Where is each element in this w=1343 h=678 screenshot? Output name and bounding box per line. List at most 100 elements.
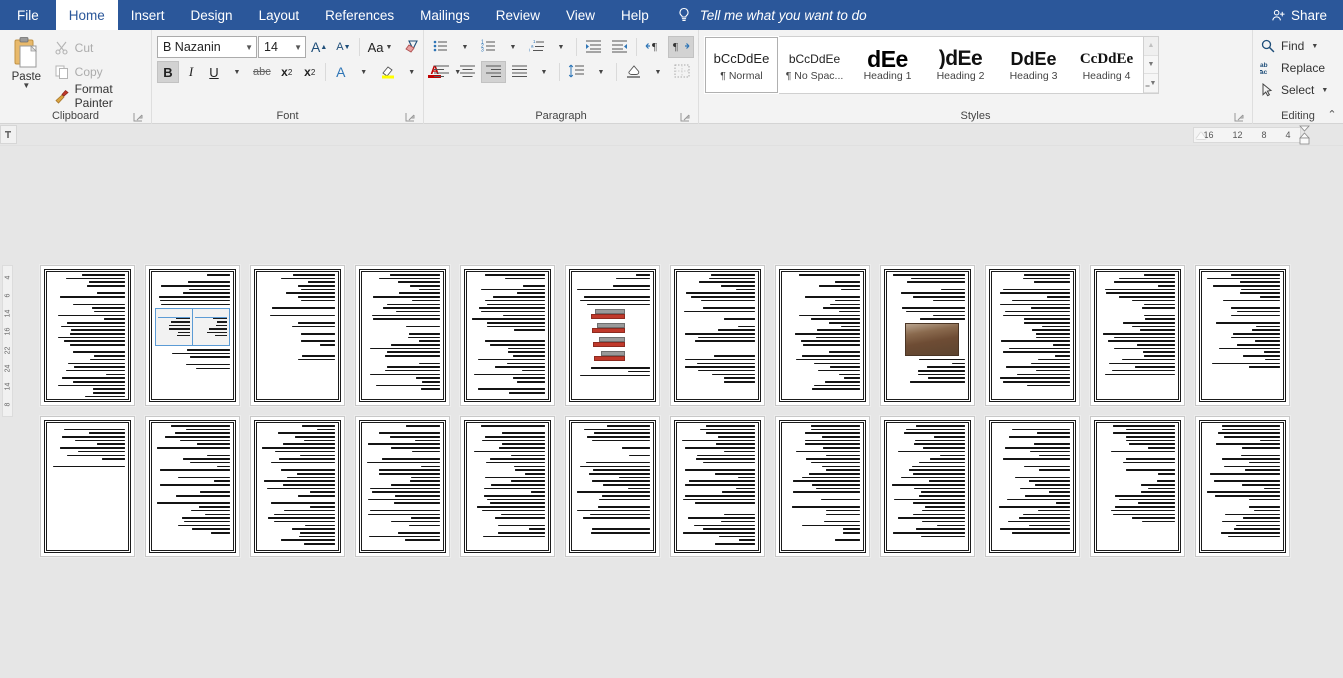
multilevel-list-dropdown[interactable]: ▼ [550,36,572,58]
page-thumbnail[interactable] [145,265,240,406]
paste-button[interactable]: Paste ▼ [5,34,48,90]
text-effects-dropdown[interactable]: ▼ [353,61,375,83]
collapse-ribbon-button[interactable]: ⌃ [1325,108,1339,121]
ribbon-tab-home[interactable]: Home [55,0,118,30]
bold-button[interactable]: B [157,61,179,83]
page-thumbnail[interactable] [565,416,660,557]
styles-more-button[interactable]: ‗▼ [1144,74,1158,94]
share-button[interactable]: Share [1263,0,1335,30]
subscript-button[interactable]: x2 [276,61,298,83]
clear-formatting-button[interactable] [399,36,424,58]
shrink-font-button[interactable]: A ▼ [332,36,354,58]
grow-font-button[interactable]: A ▲ [307,36,331,58]
page-thumbnail[interactable] [775,416,870,557]
page-thumbnail[interactable] [355,265,450,406]
copy-button[interactable]: Copy [50,61,146,83]
page-thumbnail[interactable] [880,416,975,557]
page-thumbnail[interactable] [670,416,765,557]
tab-stop-selector[interactable] [0,125,17,144]
line-spacing-dropdown[interactable]: ▼ [590,61,612,83]
page-thumbnail[interactable] [250,265,345,406]
document-workspace[interactable]: 4 6 14 16 22 24 14 8 [0,147,1343,678]
page-thumbnail[interactable] [1090,265,1185,406]
bullets-dropdown[interactable]: ▼ [454,36,476,58]
ribbon-tab-help[interactable]: Help [608,0,662,30]
page-thumbnail[interactable] [1195,416,1290,557]
line-spacing-button[interactable] [564,61,589,83]
style-heading-1[interactable]: dEe Heading 1 [851,37,924,93]
styles-scrollbar[interactable]: ▲ ▼ ‗▼ [1143,37,1158,94]
page-thumbnail[interactable] [1195,265,1290,406]
shading-button[interactable] [621,61,646,83]
styles-scroll-up-button[interactable]: ▲ [1144,37,1158,56]
page-thumbnail[interactable] [145,416,240,557]
page-thumbnail[interactable] [460,265,555,406]
rtl-button[interactable]: ¶ [668,36,694,58]
ribbon-tab-file[interactable]: File [0,0,56,30]
clipboard-dialog-launcher[interactable] [133,112,144,123]
paragraph-dialog-launcher[interactable] [680,112,691,123]
format-painter-button[interactable]: Format Painter [50,82,146,110]
vertical-ruler[interactable]: 4 6 14 16 22 24 14 8 [2,265,13,417]
font-name-combobox[interactable]: B Nazanin ▼ [157,36,257,58]
ribbon-tab-insert[interactable]: Insert [118,0,178,30]
borders-button[interactable] [670,61,694,83]
page-thumbnail[interactable] [355,416,450,557]
font-size-combobox[interactable]: 14 ▼ [258,36,306,58]
select-button[interactable]: Select ▼ [1258,79,1332,101]
page-thumbnail[interactable] [565,265,660,406]
underline-dropdown[interactable]: ▼ [226,61,248,83]
tell-me-search[interactable]: Tell me what you want to do [662,0,867,30]
page-thumbnail[interactable] [460,416,555,557]
page-thumbnail[interactable] [1090,416,1185,557]
decrease-indent-button[interactable] [581,36,606,58]
ribbon-tab-references[interactable]: References [312,0,407,30]
style-heading-4[interactable]: CcDdEe Heading 4 [1070,37,1143,93]
cut-button[interactable]: Cut [50,37,146,59]
justify-button[interactable] [507,61,532,83]
multilevel-list-button[interactable]: 1ai [525,36,549,58]
numbering-button[interactable]: 123 [477,36,501,58]
page-thumbnail[interactable] [985,416,1080,557]
bullets-button[interactable] [429,36,453,58]
ribbon-tab-design[interactable]: Design [178,0,246,30]
ribbon-tab-mailings[interactable]: Mailings [407,0,483,30]
style-normal[interactable]: bCcDdEe ¶ Normal [704,36,779,94]
first-line-indent-marker[interactable] [1196,132,1206,139]
style-no-spacing[interactable]: bCcDdEe ¶ No Spac... [778,37,851,93]
strikethrough-button[interactable]: abc [249,61,275,83]
page-thumbnail[interactable] [670,265,765,406]
numbering-dropdown[interactable]: ▼ [502,36,524,58]
page-thumbnail[interactable] [250,416,345,557]
style-heading-2[interactable]: )dEe Heading 2 [924,37,997,93]
styles-dialog-launcher[interactable] [1234,112,1245,123]
replace-button[interactable]: ab ac Replace [1258,57,1327,79]
page-thumbnail[interactable] [880,265,975,406]
highlight-dropdown[interactable]: ▼ [401,61,423,83]
align-right-button[interactable] [481,61,506,83]
find-button[interactable]: Find ▼ [1258,35,1322,57]
italic-button[interactable]: I [180,61,202,83]
text-effects-button[interactable]: A [330,61,352,83]
page-thumbnail[interactable] [40,265,135,406]
shading-dropdown[interactable]: ▼ [647,61,669,83]
align-center-button[interactable] [455,61,480,83]
page-thumbnail[interactable] [40,416,135,557]
page-thumbnail[interactable] [775,265,870,406]
right-indent-marker[interactable] [1299,125,1310,145]
ribbon-tab-layout[interactable]: Layout [246,0,313,30]
underline-button[interactable]: U [203,61,225,83]
align-left-button[interactable] [429,61,454,83]
superscript-button[interactable]: x2 [299,61,321,83]
highlight-button[interactable] [376,61,400,83]
chevron-down-icon[interactable]: ▼ [1319,87,1330,94]
paste-dropdown-caret[interactable]: ▼ [22,82,30,90]
change-case-button[interactable]: Aa ▼ [364,36,399,58]
justify-dropdown[interactable]: ▼ [533,61,555,83]
chevron-down-icon[interactable]: ▼ [1309,43,1320,50]
ltr-button[interactable]: ¶ [641,36,667,58]
font-dialog-launcher[interactable] [405,112,416,123]
styles-scroll-down-button[interactable]: ▼ [1144,55,1158,75]
style-heading-3[interactable]: DdEe Heading 3 [997,37,1070,93]
ribbon-tab-view[interactable]: View [553,0,608,30]
